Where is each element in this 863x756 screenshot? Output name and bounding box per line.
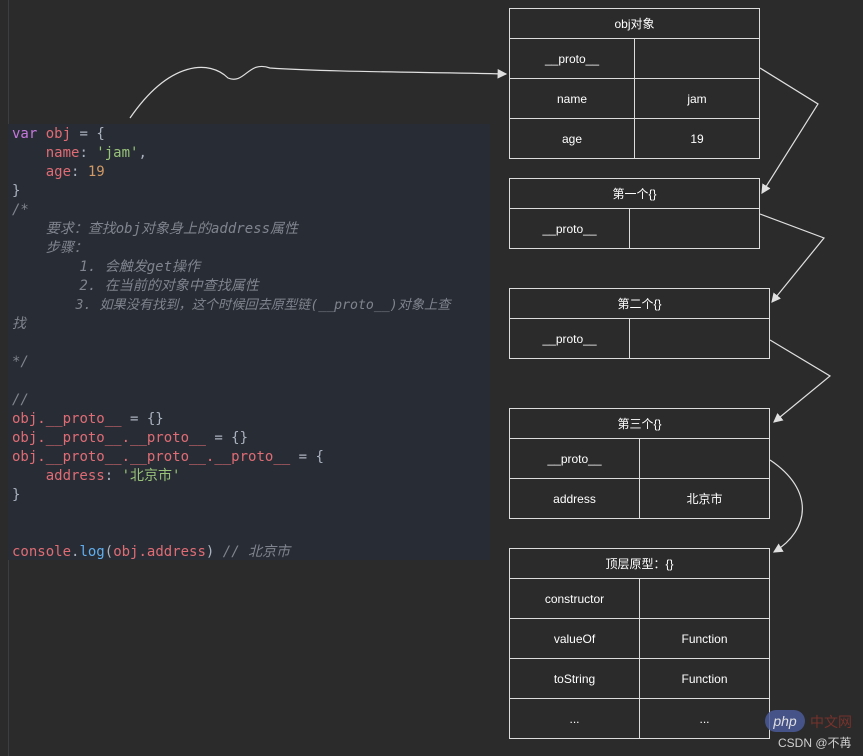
watermark-cn: 中文网 [810,714,852,730]
php-logo: php [765,710,805,732]
arrow-code-to-obj [129,65,508,119]
arrow-second-to-third [769,339,832,423]
arrows-layer [129,65,832,553]
arrow-obj-to-first [759,67,819,195]
csdn-watermark: CSDN @不苒 [778,736,852,750]
arrow-first-to-second [759,213,825,303]
arrow-third-to-top [769,459,803,553]
